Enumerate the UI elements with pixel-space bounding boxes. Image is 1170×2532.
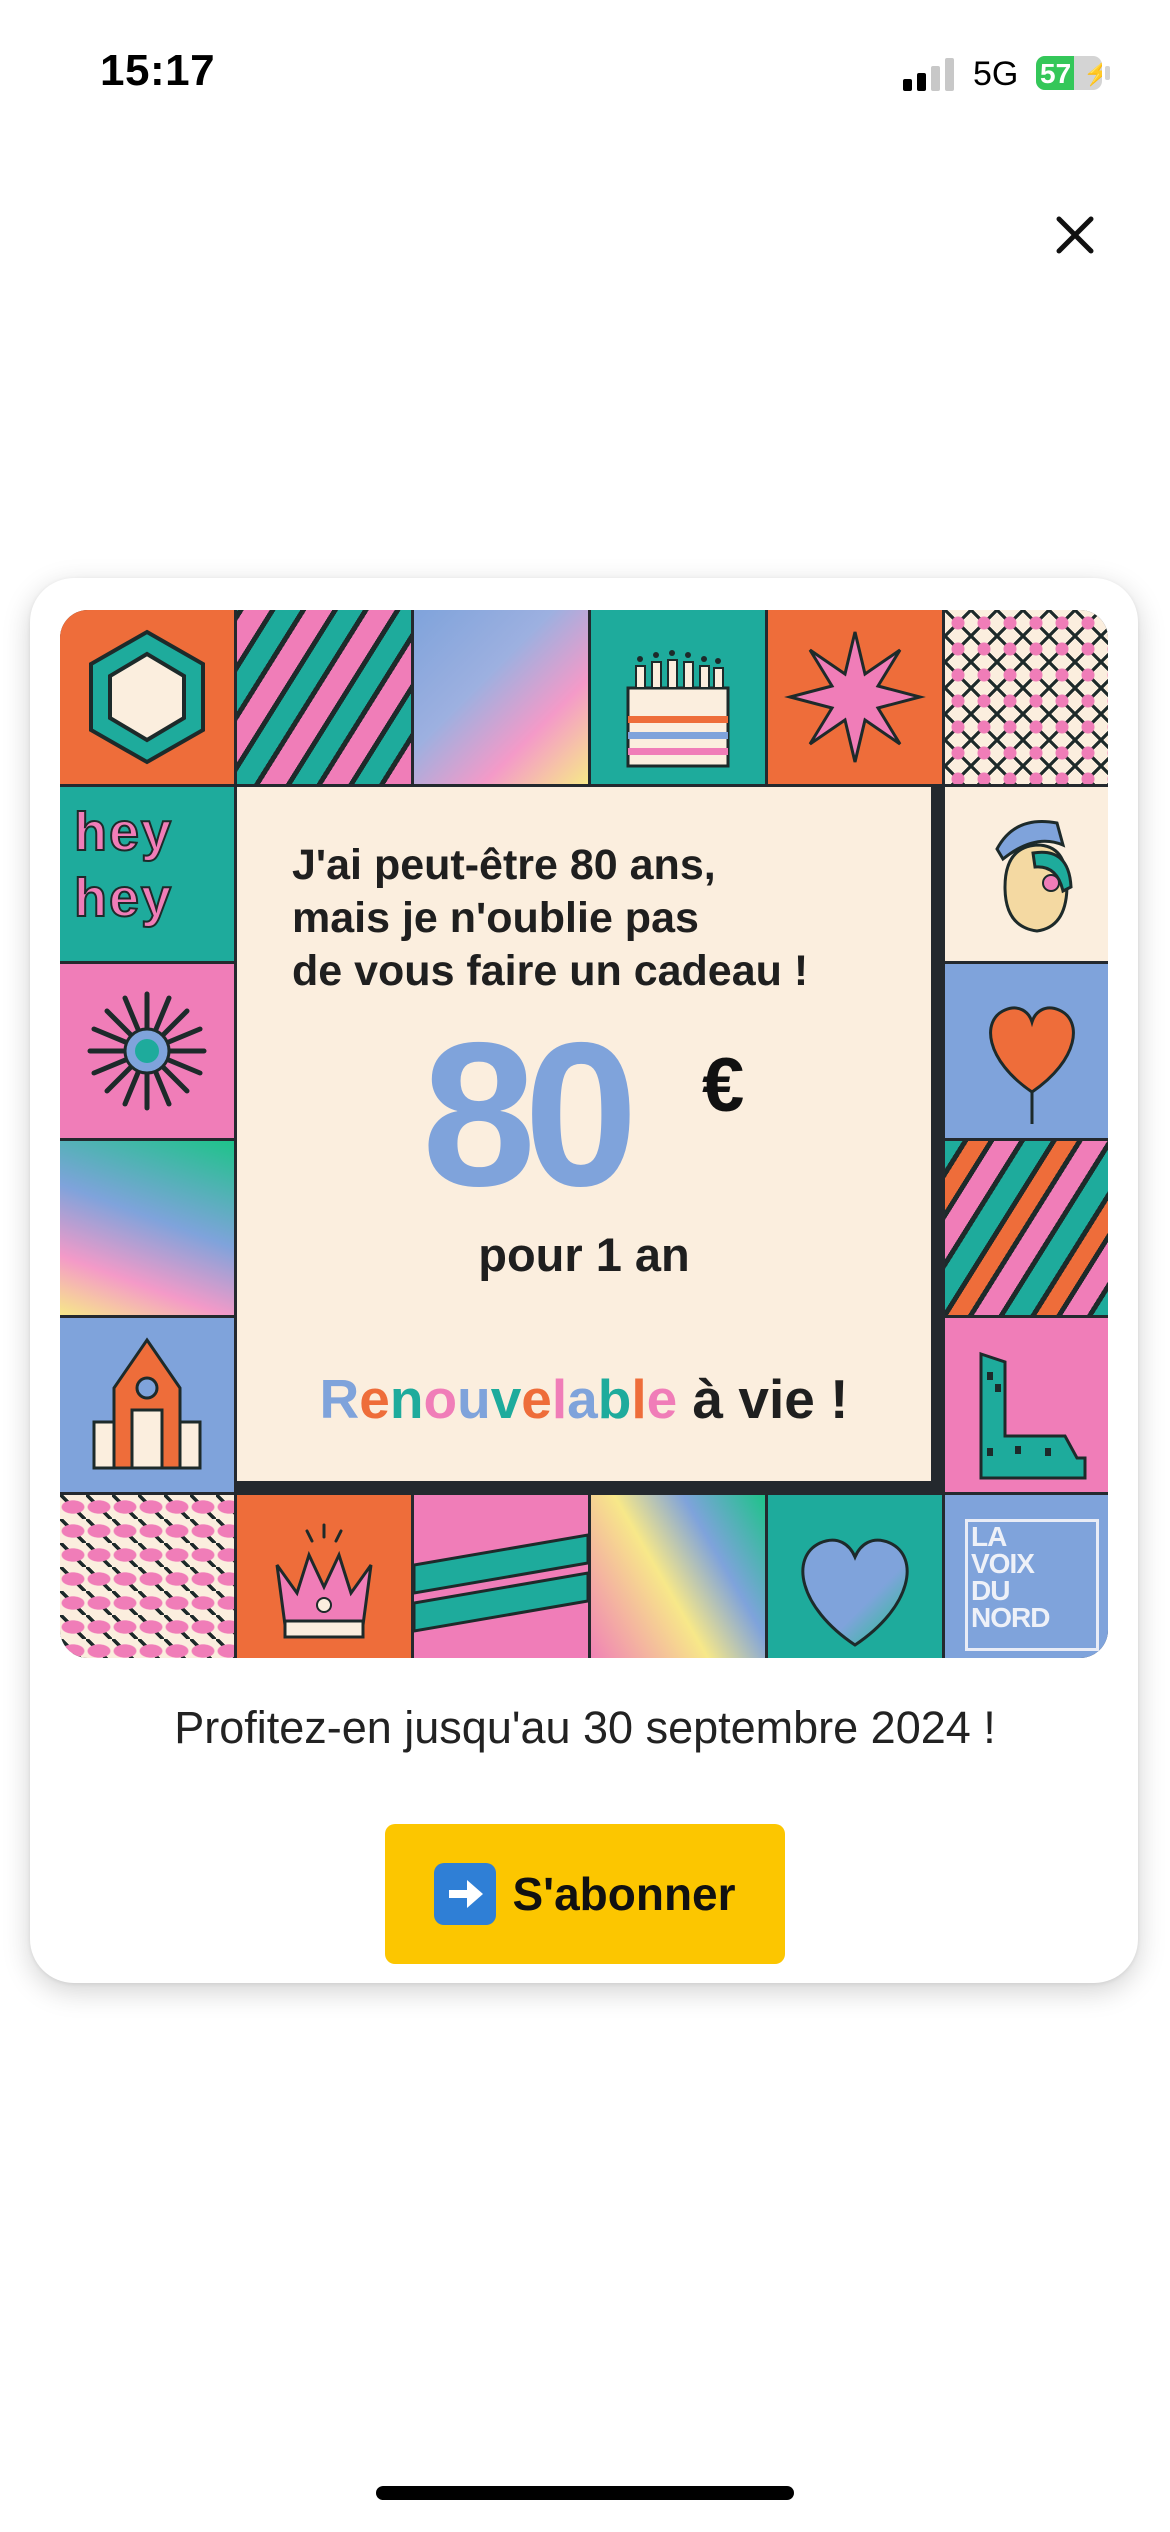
stripes-tile bbox=[237, 610, 411, 784]
hey-text: hey bbox=[73, 801, 174, 863]
building-tile bbox=[945, 1318, 1108, 1492]
battery-icon: 57 ⚡ bbox=[1036, 56, 1102, 90]
status-time: 15:17 bbox=[100, 46, 216, 95]
cake-icon bbox=[626, 650, 730, 768]
hey-tile: hey hey bbox=[60, 787, 234, 961]
currency-symbol: € bbox=[702, 1043, 745, 1128]
zigzag-icon bbox=[414, 1533, 588, 1633]
close-button[interactable] bbox=[1040, 200, 1110, 270]
gradient-tile bbox=[591, 1495, 765, 1658]
price-duration: pour 1 an bbox=[478, 1228, 690, 1281]
crown-tile bbox=[237, 1495, 411, 1658]
subscribe-label: S'abonner bbox=[512, 1868, 736, 1920]
balloon-tile bbox=[945, 964, 1108, 1138]
battery-cap bbox=[1105, 66, 1110, 80]
church-tile bbox=[60, 1318, 234, 1492]
gradient-tile bbox=[60, 1141, 234, 1315]
battery-percent: 57 bbox=[1040, 58, 1072, 89]
logo-tile: LA VOIX DU NORD bbox=[945, 1495, 1108, 1658]
hexagon-tile bbox=[60, 610, 234, 784]
stripes-tile bbox=[945, 1141, 1108, 1315]
right-arrow-icon bbox=[434, 1863, 497, 1925]
close-icon bbox=[1056, 216, 1094, 254]
star-tile bbox=[768, 610, 942, 784]
newspaper-logo: LA VOIX DU NORD bbox=[971, 1521, 1050, 1633]
church-icon bbox=[92, 1337, 202, 1470]
status-bar: 15:17 5G 57 ⚡ bbox=[0, 0, 1170, 150]
zigzag-tile bbox=[414, 1495, 588, 1658]
cake-tile bbox=[591, 610, 765, 784]
face-tile bbox=[945, 787, 1108, 961]
offer-deadline-text: Profitez-en jusqu'au 30 septembre 2024 ! bbox=[174, 1702, 996, 1753]
promo-message: J'ai peut-être 80 ans, mais je n'oublie … bbox=[292, 841, 809, 995]
sun-icon bbox=[87, 991, 207, 1111]
promo-image: hey hey LA VOIX DU NORD J'ai peut-être 8… bbox=[60, 610, 1108, 1658]
pattern-tile bbox=[945, 610, 1108, 784]
promo-center: J'ai peut-être 80 ans, mais je n'oublie … bbox=[237, 787, 931, 1481]
price-value: 80 bbox=[422, 1000, 638, 1229]
face-icon bbox=[995, 820, 1073, 933]
star-icon bbox=[784, 631, 926, 763]
network-type: 5G bbox=[973, 55, 1019, 93]
building-icon bbox=[979, 1351, 1087, 1480]
pattern-tile bbox=[60, 1495, 234, 1658]
heart-balloon-icon bbox=[989, 1006, 1075, 1124]
crown-icon bbox=[275, 1523, 373, 1639]
home-indicator[interactable] bbox=[376, 2486, 794, 2500]
heart-tile bbox=[768, 1495, 942, 1658]
renewable-text: Renouvelable à vie ! bbox=[319, 1368, 849, 1430]
gradient-tile bbox=[414, 610, 588, 784]
charging-bolt-icon: ⚡ bbox=[1083, 60, 1102, 87]
signal-icon bbox=[903, 57, 959, 91]
sun-tile bbox=[60, 964, 234, 1138]
heart-icon bbox=[801, 1538, 909, 1647]
subscribe-button[interactable]: S'abonner bbox=[385, 1824, 785, 1964]
hey-text: hey bbox=[73, 867, 174, 929]
